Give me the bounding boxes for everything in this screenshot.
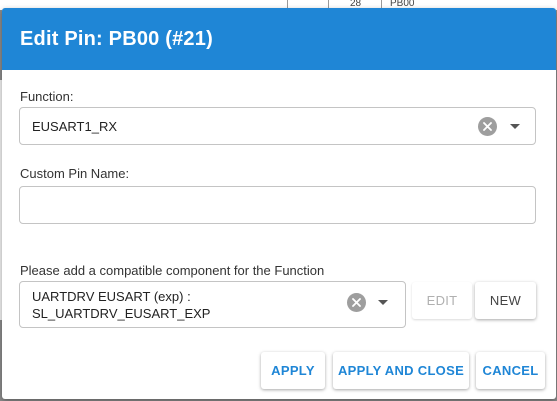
custom-pin-name-label: Custom Pin Name: [20,166,130,181]
edit-pin-dialog: Edit Pin: PB00 (#21) Function: EUSART1_R… [2,8,556,399]
component-label: Please add a compatible component for th… [20,263,325,278]
component-value-line1: UARTDRV EUSART (exp) : [32,289,191,304]
custom-pin-name-field[interactable] [19,186,536,224]
chevron-down-icon[interactable] [378,300,388,305]
dialog-title: Edit Pin: PB00 (#21) [20,28,213,50]
edit-component-button[interactable]: EDIT [412,282,472,319]
component-select[interactable]: UARTDRV EUSART (exp) : SL_UARTDRV_EUSART… [19,281,406,328]
chevron-down-icon[interactable] [510,124,520,129]
apply-and-close-button[interactable]: APPLY AND CLOSE [333,352,469,389]
new-component-button[interactable]: NEW [475,282,536,319]
clear-icon[interactable] [478,117,497,136]
cancel-button[interactable]: CANCEL [476,352,545,389]
function-label: Function: [20,89,74,104]
clear-icon[interactable] [347,293,366,312]
function-value: EUSART1_RX [32,119,118,134]
component-value-line2: SL_UARTDRV_EUSART_EXP [32,306,211,321]
function-select[interactable]: EUSART1_RX [19,107,536,145]
dialog-header: Edit Pin: PB00 (#21) [2,8,556,70]
apply-button[interactable]: APPLY [261,352,325,389]
